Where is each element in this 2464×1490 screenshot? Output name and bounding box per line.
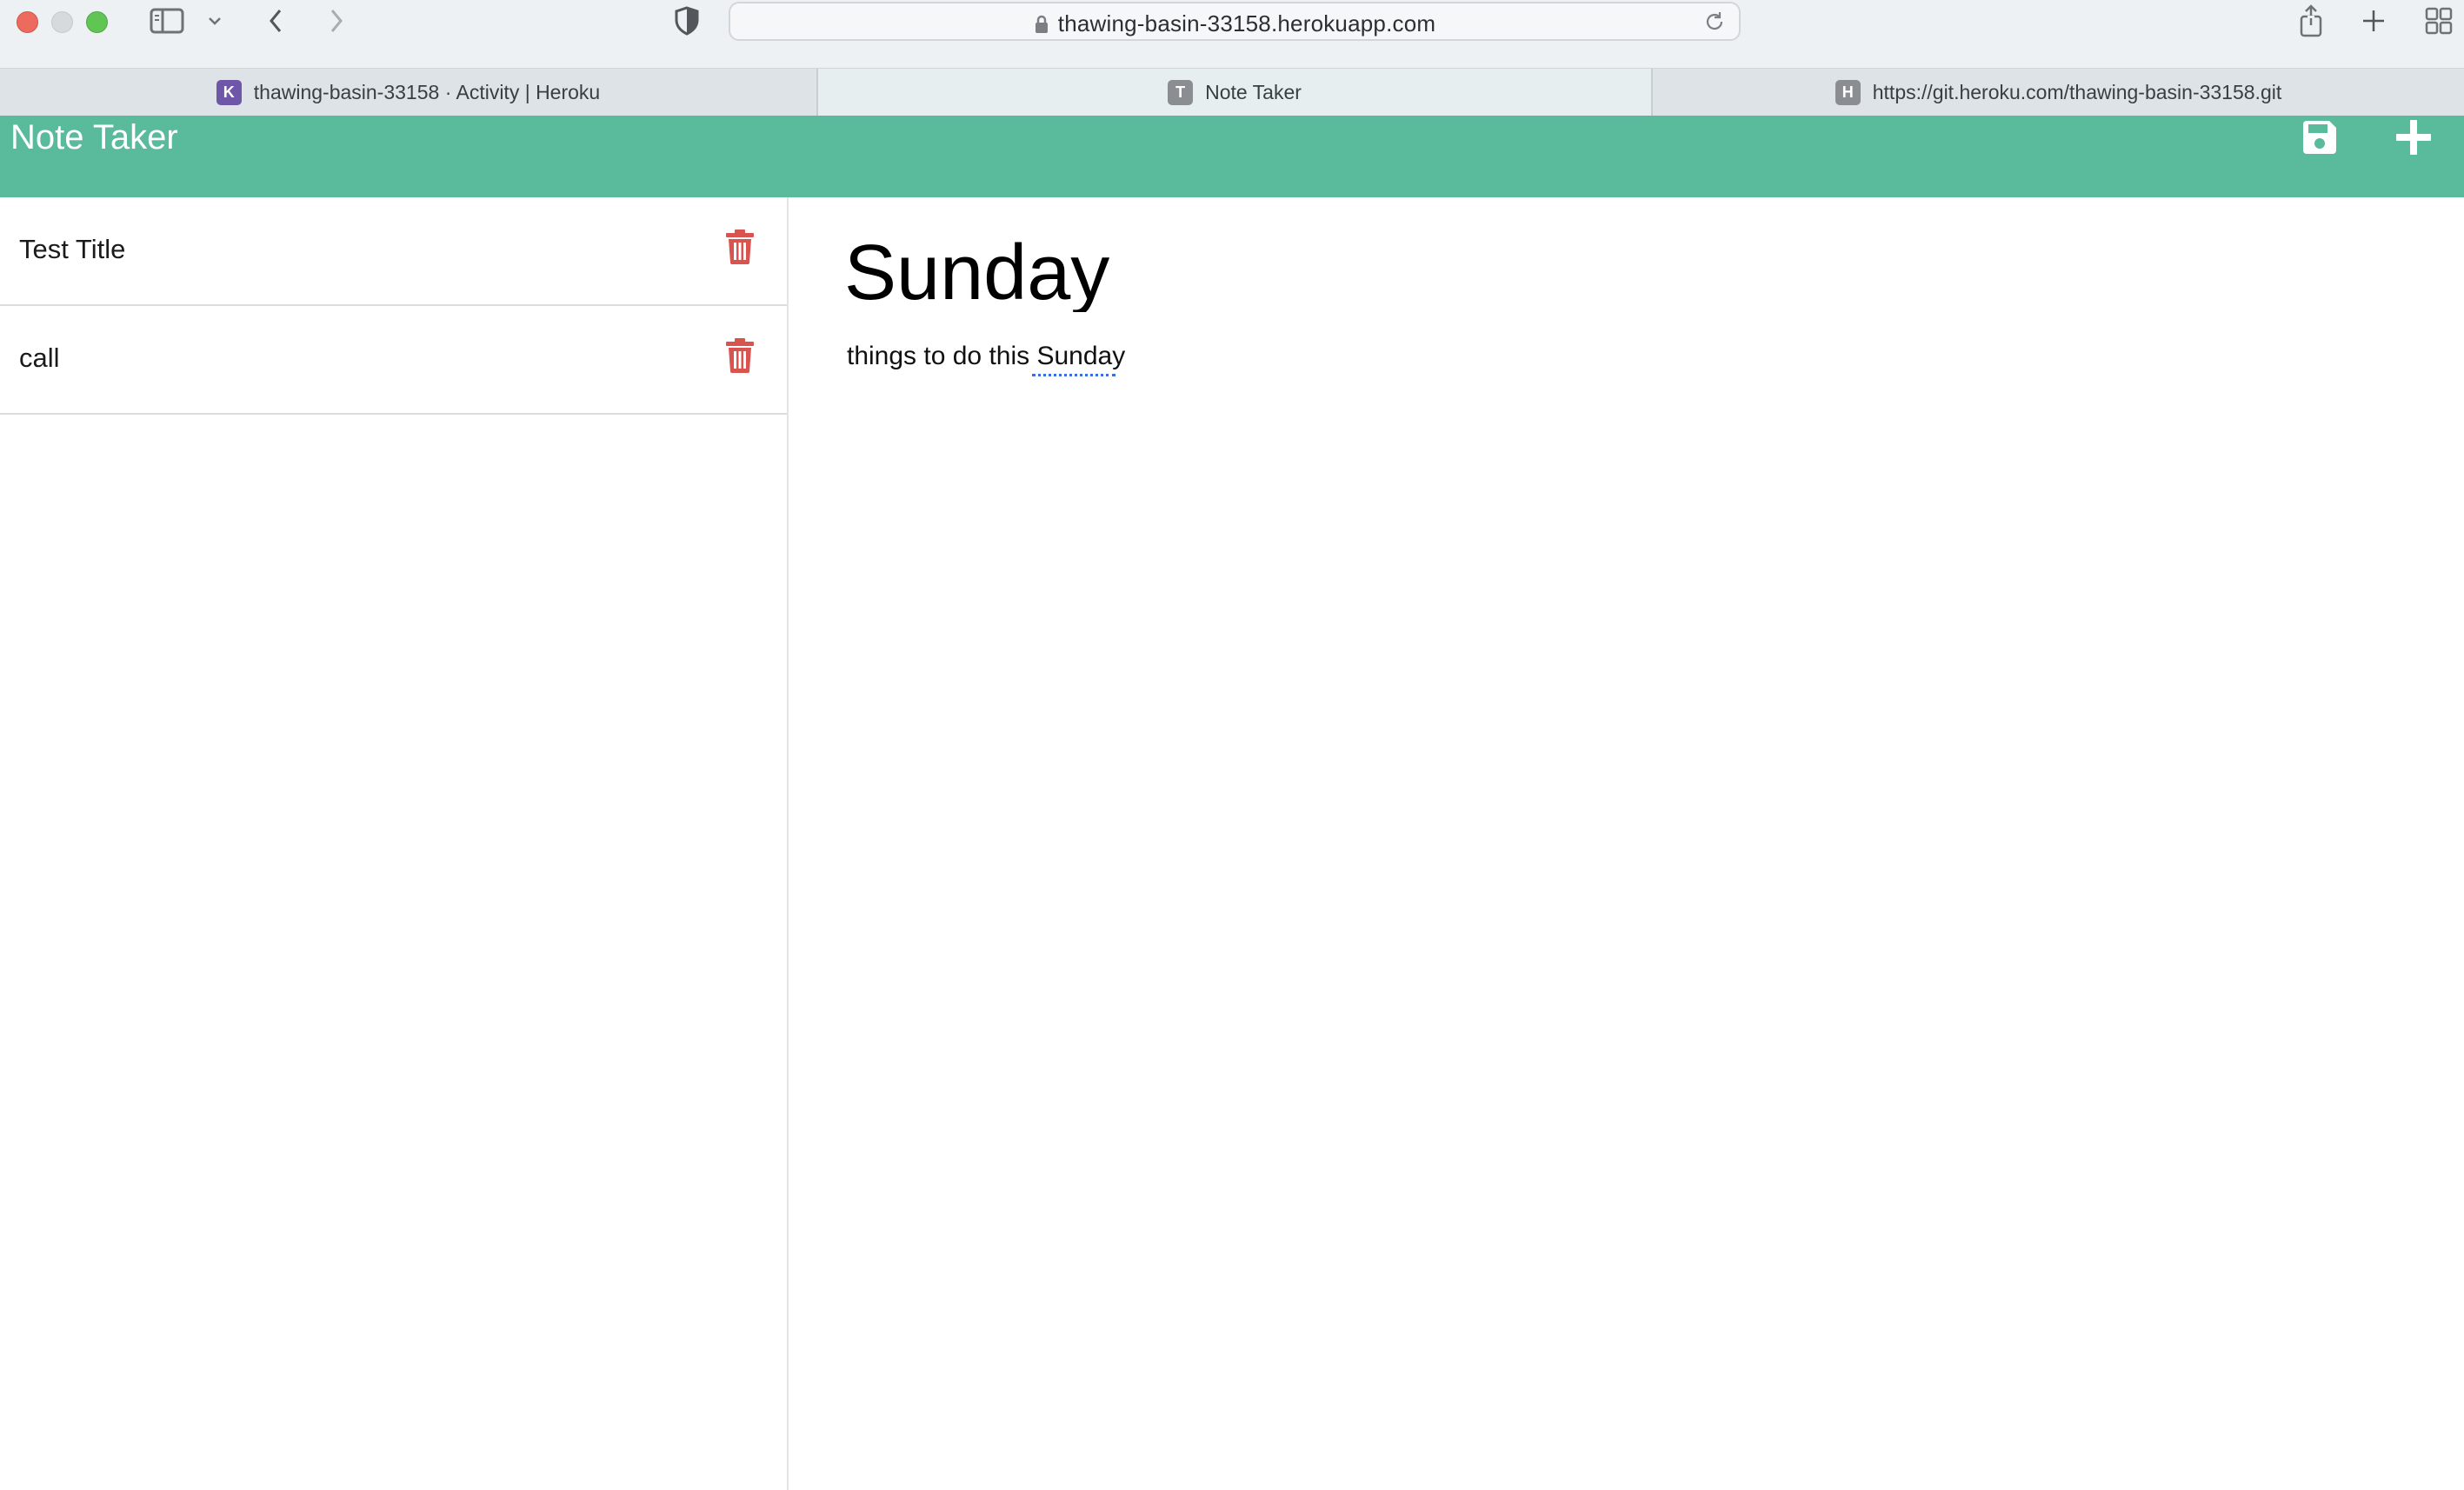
note-editor: things to do this Sunday	[790, 197, 2464, 1490]
close-window-button[interactable]	[17, 11, 38, 33]
address-bar[interactable]: thawing-basin-33158.herokuapp.com	[729, 2, 1741, 41]
note-title-input[interactable]	[844, 234, 2409, 312]
note-list-item-title[interactable]: Test Title	[19, 234, 125, 265]
url-text: thawing-basin-33158.herokuapp.com	[1057, 10, 1436, 37]
tab-strip: K thawing-basin-33158 · Activity | Herok…	[0, 68, 2464, 116]
spellcheck-underline	[1032, 371, 1115, 376]
note-taker-favicon-icon: T	[1168, 80, 1194, 105]
chevron-down-icon[interactable]	[205, 10, 224, 31]
note-text-area[interactable]: things to do this Sunday	[847, 342, 2412, 863]
tab-overview-icon[interactable]	[2422, 5, 2455, 37]
sidebar-toggle-icon[interactable]	[148, 5, 186, 37]
list-item[interactable]: call	[0, 306, 787, 415]
back-arrow-icon[interactable]	[261, 5, 290, 37]
minimize-window-button[interactable]	[51, 11, 73, 33]
zoom-window-button[interactable]	[86, 11, 108, 33]
plus-icon	[2396, 120, 2431, 155]
tab-label: Note Taker	[1205, 81, 1302, 103]
app-title[interactable]: Note Taker	[10, 116, 178, 159]
new-note-button[interactable]	[2387, 116, 2440, 159]
trash-icon[interactable]	[724, 338, 756, 373]
forward-arrow-icon[interactable]	[322, 5, 351, 37]
new-tab-plus-icon[interactable]	[2358, 5, 2389, 37]
tab-note-taker[interactable]: T Note Taker	[818, 69, 1651, 116]
browser-toolbar: thawing-basin-33158.herokuapp.com	[0, 0, 2464, 68]
note-list: Test Title call	[0, 197, 789, 1490]
save-note-button[interactable]	[2294, 116, 2346, 159]
git-favicon-icon: H	[1835, 80, 1861, 105]
app-navbar: Note Taker	[0, 116, 2464, 197]
list-item[interactable]: Test Title	[0, 197, 787, 306]
tab-heroku-git[interactable]: H https://git.heroku.com/thawing-basin-3…	[1653, 69, 2464, 116]
privacy-shield-icon[interactable]	[671, 5, 703, 37]
save-icon	[2303, 121, 2336, 154]
tab-heroku-activity[interactable]: K thawing-basin-33158 · Activity | Herok…	[0, 69, 816, 116]
tab-label: https://git.heroku.com/thawing-basin-331…	[1872, 81, 2282, 103]
heroku-favicon-icon: K	[216, 80, 242, 105]
reload-icon[interactable]	[1702, 9, 1727, 35]
lock-icon	[1034, 13, 1049, 40]
trash-icon[interactable]	[724, 229, 756, 264]
tab-label: thawing-basin-33158 · Activity | Heroku	[253, 81, 601, 103]
share-icon[interactable]	[2295, 3, 2327, 38]
note-list-item-title[interactable]: call	[19, 343, 60, 374]
